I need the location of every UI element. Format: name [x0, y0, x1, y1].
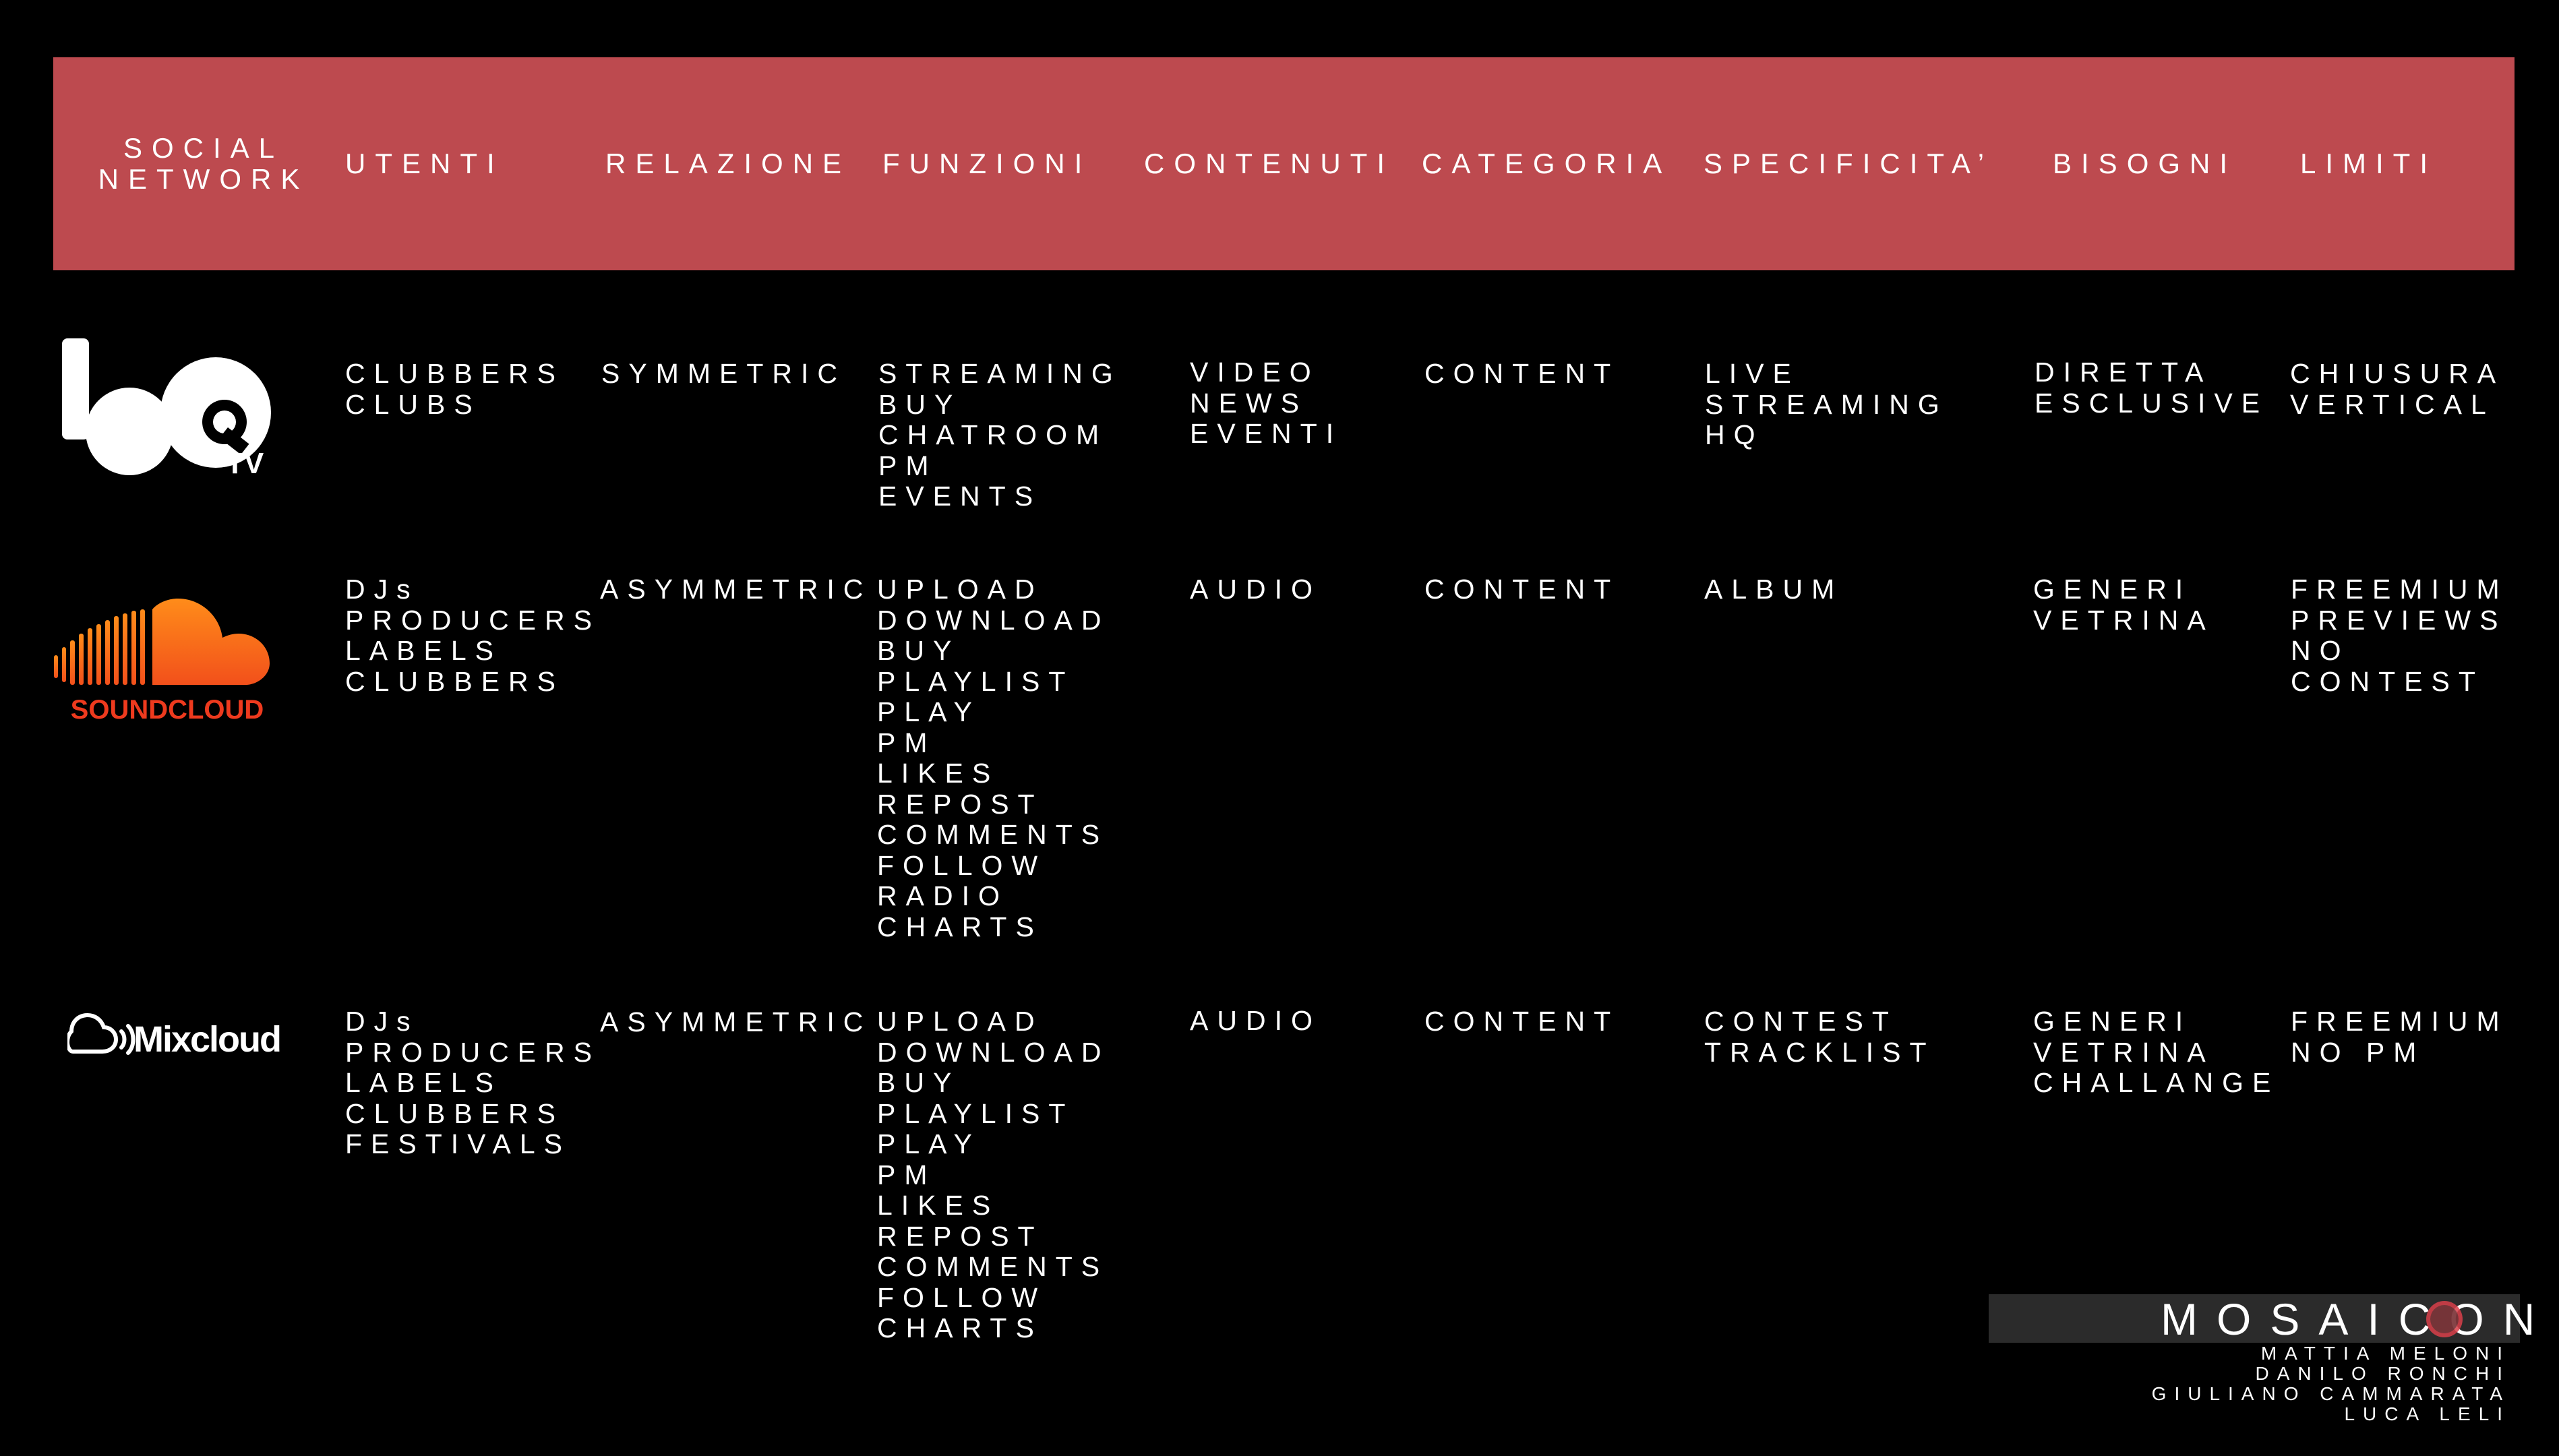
row3-categoria: CONTENT — [1424, 1006, 1620, 1037]
row2-limiti: FREEMIUM PREVIEWS NO CONTEST — [2291, 574, 2508, 697]
row2-funzioni: UPLOAD DOWNLOAD BUY PLAYLIST PLAY PM LIK… — [877, 574, 1110, 942]
row2-specificita: ALBUM — [1704, 574, 1844, 605]
soundcloud-logo-text: SOUNDCLOUD — [71, 695, 264, 725]
row2-relazione: ASYMMETRIC — [600, 574, 872, 605]
row1-relazione: SYMMETRIC — [601, 358, 846, 389]
brand-o-icon — [2420, 1295, 2469, 1343]
brand-name: MOSAICON — [2161, 1294, 2554, 1344]
row1-limiti: CHIUSURA VERTICAL — [2290, 358, 2505, 420]
row3-funzioni: UPLOAD DOWNLOAD BUY PLAYLIST PLAY PM LIK… — [877, 1006, 1110, 1343]
header-relazione: RELAZIONE — [605, 148, 851, 179]
header-limiti: LIMITI — [2300, 148, 2438, 179]
header-social-network: SOCIAL NETWORK — [98, 132, 309, 195]
header-contenuti: CONTENUTI — [1144, 148, 1394, 179]
bq-tv-logo: TV — [59, 337, 289, 480]
row1-funzioni: STREAMING BUY CHATROOM PM EVENTS — [878, 358, 1122, 512]
header-bisogni: BISOGNI — [2053, 148, 2237, 179]
row3-utenti: DJs PRODUCERS LABELS CLUBBERS FESTIVALS — [345, 1006, 601, 1159]
row3-bisogni: GENERI VETRINA CHALLANGE — [2033, 1006, 2280, 1098]
soundcloud-logo: SOUNDCLOUD — [53, 593, 275, 728]
row2-bisogni: GENERI VETRINA — [2033, 574, 2215, 636]
header-utenti: UTENTI — [345, 148, 504, 179]
brand-credits: MATTIA MELONI DANILO RONCHI GIULIANO CAM… — [2151, 1343, 2510, 1424]
header-funzioni: FUNZIONI — [882, 148, 1092, 179]
row1-utenti: CLUBBERS CLUBS — [345, 358, 565, 420]
bq-tv-logo-text: TV — [226, 447, 264, 479]
header-specificita: SPECIFICITA’ — [1704, 148, 1994, 179]
row3-limiti: FREEMIUM NO PM — [2291, 1006, 2508, 1068]
header-categoria: CATEGORIA — [1422, 148, 1672, 179]
brand-logo: MOSAICON — [2161, 1295, 2554, 1343]
row3-relazione: ASYMMETRIC — [600, 1006, 872, 1037]
row1-categoria: CONTENT — [1424, 358, 1620, 389]
row2-contenuti: AUDIO — [1190, 574, 1321, 605]
row1-specificita: LIVE STREAMING HQ — [1705, 358, 1948, 450]
row1-contenuti: VIDEO NEWS EVENTI — [1190, 357, 1343, 449]
row3-specificita: CONTEST TRACKLIST — [1704, 1006, 1935, 1068]
mixcloud-logo: Mixcloud — [65, 1011, 310, 1065]
table-header: SOCIAL NETWORK UTENTI RELAZIONE FUNZIONI… — [53, 57, 2515, 270]
row3-contenuti: AUDIO — [1190, 1005, 1321, 1036]
row1-bisogni: DIRETTA ESCLUSIVE — [2035, 357, 2269, 419]
row2-utenti: DJs PRODUCERS LABELS CLUBBERS — [345, 574, 601, 697]
row2-categoria: CONTENT — [1424, 574, 1620, 605]
mixcloud-logo-text: Mixcloud — [133, 1019, 280, 1060]
